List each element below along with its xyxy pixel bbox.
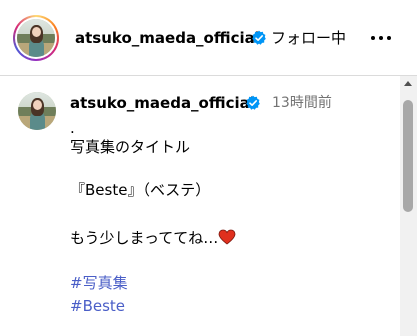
caption-line-message: もう少しまっててね… <box>70 228 236 248</box>
verified-badge-icon <box>251 30 267 46</box>
hashtag-link[interactable]: #写真集 <box>70 273 128 293</box>
verified-badge-icon <box>245 95 261 111</box>
caption-area: atsuko_maeda_official 13時間前 . 写真集のタイトル 『… <box>0 76 400 336</box>
vertical-scrollbar[interactable] <box>400 76 417 336</box>
caption-message-text: もう少しまっててね… <box>70 229 219 247</box>
caption-username-link[interactable]: atsuko_maeda_official <box>70 93 255 113</box>
more-options-icon[interactable] <box>370 36 392 42</box>
scroll-up-arrow-icon[interactable] <box>404 81 412 86</box>
post-timestamp[interactable]: 13時間前 <box>272 93 332 113</box>
profile-avatar[interactable] <box>17 19 55 57</box>
following-button[interactable]: フォロー中 <box>271 28 346 48</box>
scrollbar-thumb[interactable] <box>403 100 413 212</box>
caption-line-dot: . <box>70 119 75 137</box>
heart-icon <box>218 229 236 245</box>
caption-line-title-heading: 写真集のタイトル <box>70 138 191 156</box>
caption-avatar[interactable] <box>18 92 56 130</box>
caption-line-title-name: 『Beste』（ベステ） <box>70 181 211 199</box>
header-username-link[interactable]: atsuko_maeda_official <box>75 28 260 48</box>
hashtag-link[interactable]: #Beste <box>70 296 125 316</box>
post-header: atsuko_maeda_official フォロー中 <box>0 0 417 76</box>
